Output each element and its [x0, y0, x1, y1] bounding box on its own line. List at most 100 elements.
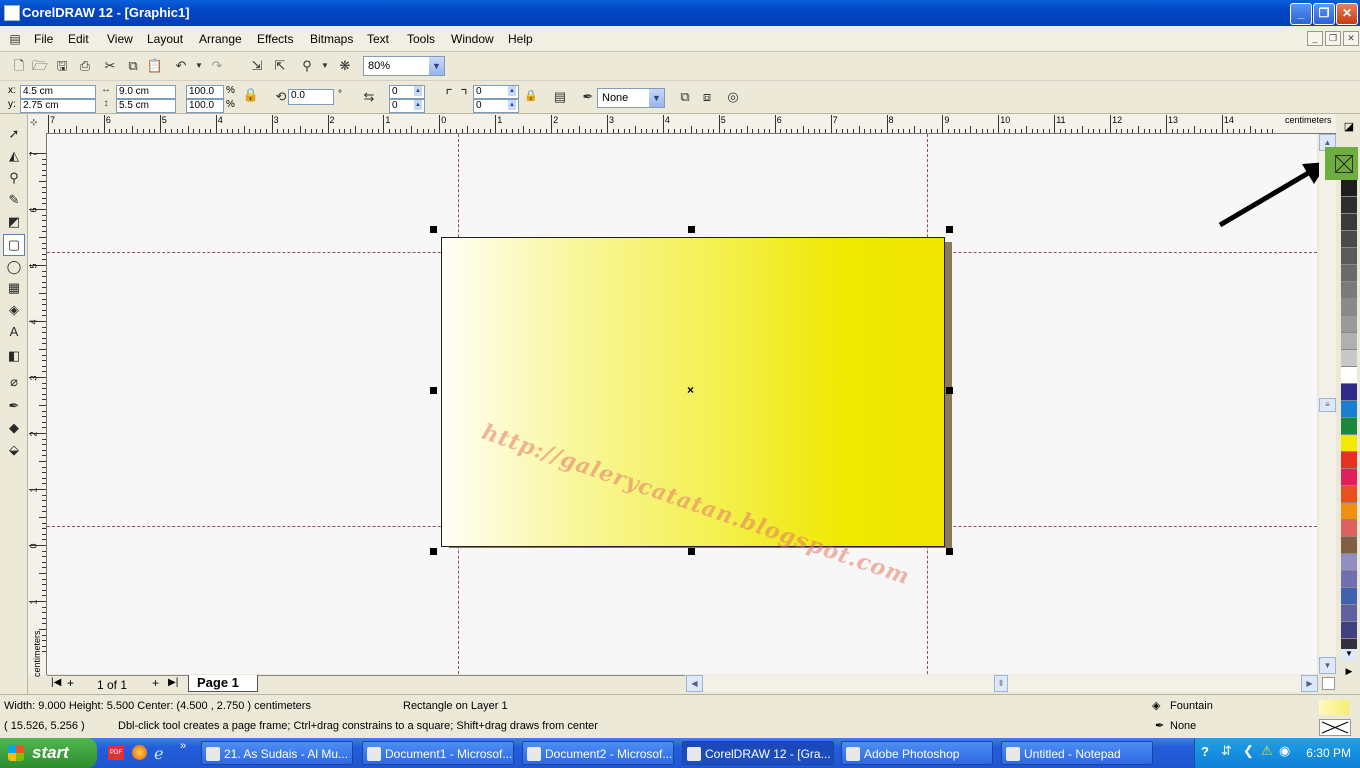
palette-swatch[interactable] [1341, 231, 1357, 248]
page-tab[interactable]: Page 1 [188, 675, 258, 692]
selection-handle[interactable] [688, 226, 695, 233]
rotation-center-icon[interactable]: × [687, 383, 694, 397]
palette-swatch[interactable] [1341, 622, 1357, 639]
selection-handle[interactable] [688, 548, 695, 555]
application-launcher-icon[interactable]: ⚲ [298, 57, 316, 75]
spin-arrows-icon[interactable]: ▲ [414, 86, 422, 96]
cut-icon[interactable]: ✂ [101, 57, 119, 75]
menu-tools[interactable]: Tools [407, 32, 435, 46]
palette-swatch[interactable] [1341, 333, 1357, 350]
menu-help[interactable]: Help [508, 32, 533, 46]
palette-swatch[interactable] [1341, 316, 1357, 333]
freehand-tool-icon[interactable]: ✎ [4, 190, 24, 210]
task-document2[interactable]: Document2 - Microsof... [522, 741, 674, 765]
quicklaunch-more-icon[interactable]: » [180, 740, 186, 752]
corel-online-icon[interactable]: ❋ [336, 57, 354, 75]
palette-swatch[interactable] [1341, 214, 1357, 231]
palette-swatch[interactable] [1341, 350, 1357, 367]
chevron-down-icon[interactable]: ▼ [429, 57, 444, 75]
first-page-icon[interactable]: |◀ [51, 677, 61, 688]
shape-tool-icon[interactable]: ◭ [4, 146, 24, 166]
app-icon[interactable] [4, 5, 20, 21]
y-position-field[interactable]: 2.75 cm [20, 99, 96, 113]
lock-ratio-icon[interactable]: 🔒 [242, 86, 260, 104]
no-color-x-icon[interactable] [1335, 155, 1353, 173]
scroll-thumb[interactable]: ⦀ [994, 675, 1008, 692]
palette-swatch[interactable] [1341, 537, 1357, 554]
spin-arrows-icon[interactable]: ▲ [508, 100, 516, 110]
import-icon[interactable]: ⇲ [248, 57, 266, 75]
palette-swatch[interactable] [1341, 401, 1357, 418]
menu-file[interactable]: File [34, 32, 53, 46]
pdf-icon[interactable]: PDF [108, 746, 124, 760]
maximize-button[interactable]: ❐ [1313, 3, 1335, 25]
selection-handle[interactable] [946, 226, 953, 233]
palette-swatch[interactable] [1341, 197, 1357, 214]
scroll-thumb[interactable]: ≡ [1319, 398, 1336, 412]
pick-tool-icon[interactable]: ➚ [4, 124, 24, 144]
palette-swatch[interactable] [1341, 554, 1357, 571]
menu-view[interactable]: View [107, 32, 133, 46]
menu-window[interactable]: Window [451, 32, 494, 46]
palette-swatch[interactable] [1341, 588, 1357, 605]
save-icon[interactable]: 🖫 [53, 57, 71, 75]
smart-fill-tool-icon[interactable]: ◩ [4, 212, 24, 232]
vertical-scrollbar[interactable]: ▲ ≡ ▼ [1319, 134, 1336, 674]
minimize-button[interactable]: _ [1290, 3, 1312, 25]
palette-flyout-icon[interactable]: ▶ [1343, 666, 1355, 676]
menu-edit[interactable]: Edit [68, 32, 89, 46]
to-front-icon[interactable]: ⧉ [676, 88, 694, 106]
selection-handle[interactable] [946, 387, 953, 394]
basic-shapes-tool-icon[interactable]: ◈ [4, 300, 24, 320]
doc-restore-button[interactable]: ❐ [1325, 31, 1341, 46]
scale-height-field[interactable]: 100.0 [186, 99, 224, 113]
rotation-angle-field[interactable]: 0.0 [288, 89, 334, 105]
close-button[interactable]: ✕ [1336, 3, 1358, 25]
add-page-before-icon[interactable]: + [67, 676, 74, 690]
interactive-fill-tool-icon[interactable]: ⬙ [4, 440, 24, 460]
interactive-blend-tool-icon[interactable]: ◧ [4, 346, 24, 366]
round-corners-lock-icon[interactable]: 🔒 [522, 87, 540, 105]
palette-swatch[interactable] [1341, 520, 1357, 537]
launcher-dropdown-icon[interactable]: ▼ [316, 57, 334, 75]
object-width-field[interactable]: 9.0 cm [116, 85, 176, 99]
horizontal-scrollbar[interactable]: ◀ ⦀ ▶ [686, 675, 1318, 692]
print-icon[interactable]: ⎙ [76, 57, 94, 75]
palette-swatch[interactable] [1341, 486, 1357, 503]
scroll-right-icon[interactable]: ▶ [1301, 675, 1318, 692]
ruler-origin-icon[interactable]: ⊹ [30, 117, 38, 128]
task-media-player[interactable]: 21. As Sudais - Al Mu... [201, 741, 353, 765]
copy-icon[interactable]: ⧉ [124, 57, 142, 75]
palette-swatch[interactable] [1341, 299, 1357, 316]
x-position-field[interactable]: 4.5 cm [20, 85, 96, 99]
menu-layout[interactable]: Layout [147, 32, 183, 46]
add-page-after-icon[interactable]: + [152, 676, 159, 690]
palette-swatch[interactable] [1341, 571, 1357, 588]
palette-scroll-down-icon[interactable]: ▼ [1341, 649, 1357, 661]
palette-swatch[interactable] [1341, 435, 1357, 452]
zoom-combo[interactable]: 80% ▼ [363, 56, 445, 76]
task-document1[interactable]: Document1 - Microsof... [362, 741, 514, 765]
vertical-ruler[interactable]: 765432101 centimeters [28, 133, 47, 677]
redo-icon[interactable]: ↷ [208, 57, 226, 75]
start-button[interactable]: start [0, 738, 97, 768]
no-color-swatch[interactable] [1325, 147, 1358, 180]
internet-explorer-icon[interactable]: ℯ [154, 744, 163, 764]
palette-options-icon[interactable]: ◪ [1341, 120, 1357, 134]
palette-swatch[interactable] [1341, 248, 1357, 265]
tray-expand-icon[interactable]: ❮ [1243, 743, 1254, 759]
palette-swatch[interactable] [1341, 282, 1357, 299]
palette-swatch[interactable] [1341, 418, 1357, 435]
text-tool-icon[interactable]: A [4, 322, 24, 342]
task-coreldraw[interactable]: CorelDRAW 12 - [Gra... [682, 741, 834, 765]
menu-bitmaps[interactable]: Bitmaps [310, 32, 353, 46]
drawing-canvas[interactable]: × http://galerycatatan.blogspot.com [47, 134, 1317, 674]
convert-to-curves-icon[interactable]: ◎ [724, 88, 742, 106]
object-height-field[interactable]: 5.5 cm [116, 99, 176, 113]
zoom-tool-icon[interactable]: ⚲ [4, 168, 24, 188]
eyedropper-tool-icon[interactable]: ⌀ [4, 372, 24, 392]
palette-swatch[interactable] [1341, 452, 1357, 469]
export-icon[interactable]: ⇱ [271, 57, 289, 75]
horizontal-ruler[interactable]: ⊹ 7 6 5 4 3 2 1 0 1 2 3 4 5 6 7 8 9 10 11 12 13 14 centimeter… [28, 114, 1336, 134]
last-page-icon[interactable]: ▶| [168, 677, 178, 688]
